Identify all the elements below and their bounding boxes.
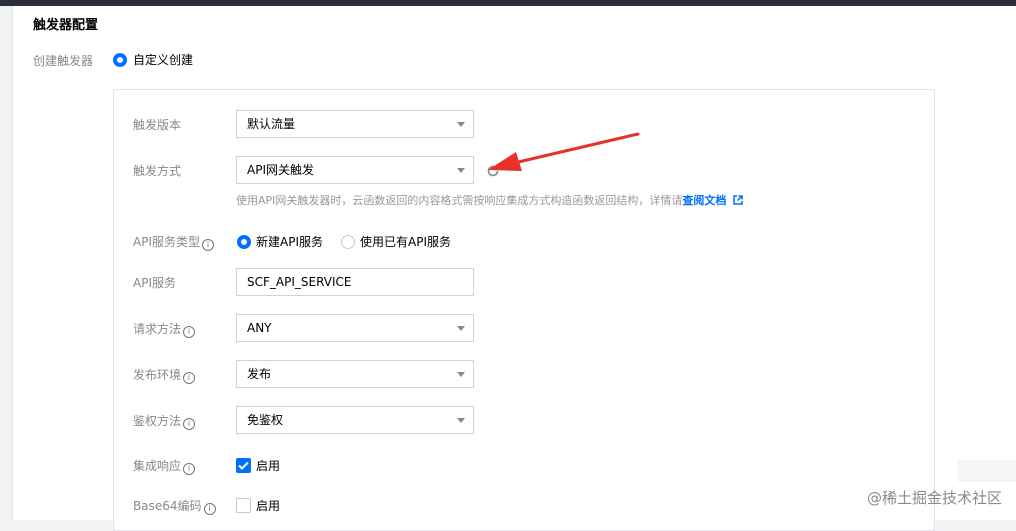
- scroll-area: [958, 460, 1016, 482]
- base64-checkbox[interactable]: [236, 498, 251, 513]
- trigger-method-label: 触发方式: [133, 162, 181, 180]
- external-link-icon[interactable]: [733, 195, 743, 205]
- new-api-service-radio[interactable]: [237, 235, 251, 249]
- auth-method-text: 鉴权方法: [133, 414, 181, 428]
- api-service-input[interactable]: SCF_API_SERVICE: [236, 268, 474, 296]
- publish-env-select[interactable]: 发布: [236, 360, 474, 388]
- chevron-down-icon: [457, 168, 465, 173]
- trigger-method-help: 使用API网关触发器时，云函数返回的内容格式需按响应集成方式构造函数返回结构，详…: [236, 193, 743, 209]
- custom-create-radio[interactable]: [113, 53, 127, 67]
- base64-option[interactable]: 启用: [256, 497, 280, 515]
- chevron-down-icon: [457, 372, 465, 377]
- chevron-down-icon: [457, 326, 465, 331]
- integration-response-checkbox[interactable]: [236, 458, 251, 473]
- publish-env-value: 发布: [247, 367, 271, 381]
- trigger-method-value: API网关触发: [247, 163, 314, 177]
- existing-api-service-radio[interactable]: [341, 235, 355, 249]
- trigger-version-select[interactable]: 默认流量: [236, 110, 474, 138]
- docs-link[interactable]: 查阅文档: [682, 194, 726, 207]
- trigger-method-select[interactable]: API网关触发: [236, 156, 474, 184]
- existing-api-service-label[interactable]: 使用已有API服务: [360, 233, 451, 251]
- check-icon: [236, 458, 251, 473]
- help-text: 使用API网关触发器时，云函数返回的内容格式需按响应集成方式构造函数返回结构，详…: [236, 194, 682, 207]
- publish-env-text: 发布环境: [133, 368, 181, 382]
- info-icon[interactable]: i: [183, 372, 195, 384]
- info-icon[interactable]: i: [204, 503, 216, 515]
- info-icon[interactable]: i: [202, 239, 214, 251]
- request-method-text: 请求方法: [133, 322, 181, 336]
- chevron-down-icon: [457, 122, 465, 127]
- info-icon[interactable]: i: [183, 418, 195, 430]
- trigger-version-label: 触发版本: [133, 116, 181, 134]
- trigger-config-panel: 触发器配置 创建触发器 自定义创建: [12, 6, 1016, 520]
- info-icon[interactable]: i: [183, 463, 195, 475]
- publish-env-label: 发布环境i: [133, 366, 195, 384]
- integration-response-label: 集成响应i: [133, 457, 195, 475]
- trigger-version-value: 默认流量: [247, 117, 295, 131]
- auth-method-select[interactable]: 免鉴权: [236, 406, 474, 434]
- base64-text: Base64编码: [133, 499, 202, 513]
- custom-create-label[interactable]: 自定义创建: [133, 51, 193, 69]
- request-method-select[interactable]: ANY: [236, 314, 474, 342]
- api-service-label: API服务: [133, 274, 176, 292]
- section-title: 触发器配置: [33, 14, 98, 33]
- integration-response-text: 集成响应: [133, 459, 181, 473]
- auth-method-label: 鉴权方法i: [133, 412, 195, 430]
- request-method-label: 请求方法i: [133, 320, 195, 338]
- new-api-service-label[interactable]: 新建API服务: [256, 233, 323, 251]
- integration-response-option[interactable]: 启用: [256, 457, 280, 475]
- auth-method-value: 免鉴权: [247, 413, 283, 427]
- create-trigger-label: 创建触发器: [33, 52, 93, 70]
- chevron-down-icon: [457, 418, 465, 423]
- base64-label: Base64编码i: [133, 497, 216, 515]
- watermark: @稀土掘金技术社区: [867, 487, 1002, 508]
- api-service-type-label: API服务类型i: [133, 233, 214, 251]
- annotation-arrow: [486, 130, 642, 178]
- api-service-type-text: API服务类型: [133, 235, 200, 249]
- request-method-value: ANY: [247, 321, 272, 335]
- info-icon[interactable]: i: [183, 326, 195, 338]
